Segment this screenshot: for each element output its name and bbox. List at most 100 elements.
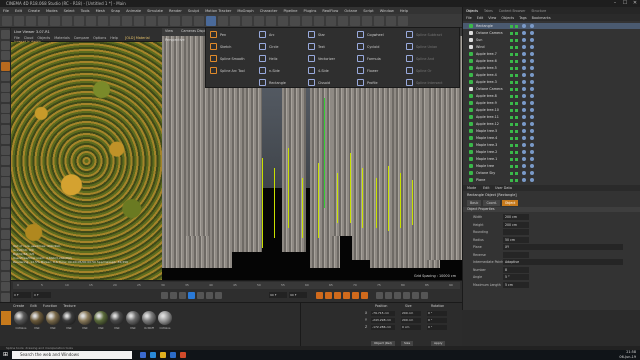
property-value-field[interactable]: XY [503,244,623,250]
toolbar-tool-icon[interactable] [398,16,408,26]
toolbar-tool-icon[interactable] [14,16,24,26]
material-tag-icon[interactable] [522,38,526,42]
app-taskbar-icon[interactable] [180,352,186,358]
material-tag-icon[interactable] [522,143,526,147]
toolbar-tool-icon[interactable] [290,16,300,26]
render-dot-icon[interactable] [515,52,518,56]
menu-plugins[interactable]: Plugins [304,9,317,13]
spline-tool-cissoid[interactable]: Cissoid [306,77,354,88]
prev-frame-button[interactable] [179,292,186,299]
spline-tool-cycloid[interactable]: Cycloid [355,41,403,52]
toolbar-tool-icon[interactable] [122,16,132,26]
object-name[interactable]: Maple tree.3 [476,143,508,147]
left-tool-icon[interactable] [1,177,10,186]
material-swatch[interactable] [14,311,28,325]
material-tag-icon[interactable] [522,24,526,28]
max-frame-field[interactable]: 90 F [289,292,307,298]
render-dot-icon[interactable] [515,143,518,147]
material-swatch[interactable] [110,311,124,325]
material-tag-icon[interactable] [522,178,526,182]
visibility-dot-icon[interactable] [510,101,513,105]
material-tag-icon[interactable] [522,31,526,35]
left-tool-icon[interactable] [1,219,10,228]
left-tool-icon[interactable] [1,145,10,155]
render-dot-icon[interactable] [515,129,518,133]
left-tool-icon[interactable] [1,61,10,71]
menu-window[interactable]: Window [380,9,394,13]
object-name[interactable]: Maple tree.5 [476,129,508,133]
position-field[interactable]: -79.715 cm [371,311,395,316]
material-tag-icon[interactable] [522,115,526,119]
record-key-button[interactable] [325,292,332,299]
material-tag-icon[interactable] [530,150,534,154]
object-menu-item[interactable]: View [488,16,496,20]
menu-edit[interactable]: Edit [15,9,22,13]
material-tag-icon[interactable] [522,101,526,105]
menu-pipeline[interactable]: Pipeline [283,9,297,13]
menu-render[interactable]: Render [169,9,182,13]
toolbar-tool-icon[interactable] [2,16,12,26]
record-key-button[interactable] [334,292,341,299]
left-tool-icon[interactable] [1,240,10,249]
menu-select[interactable]: Select [64,9,75,13]
spline-tool-spline-subtract[interactable]: Spline Subtract [404,29,452,40]
size-field[interactable]: 200 cm [401,318,421,323]
play-button[interactable] [188,292,195,299]
object-row[interactable]: Maple tree.3 [463,142,640,148]
material-tag-icon[interactable] [530,178,534,182]
object-menu-item[interactable]: Tags [519,16,527,20]
menu-snap[interactable]: Snap [111,9,120,13]
render-dot-icon[interactable] [515,87,518,91]
spline-tool-cogwheel[interactable]: Cogwheel [355,29,403,40]
left-tool-icon[interactable] [1,250,10,260]
left-tool-icon[interactable] [1,156,10,165]
rotation-field[interactable]: 0 ° [427,325,447,330]
spline-tool-star[interactable]: Star [306,29,354,40]
left-tool-icon[interactable] [1,103,10,113]
visibility-dot-icon[interactable] [510,38,513,42]
object-menu-item[interactable]: File [466,16,472,20]
property-value-field[interactable]: 200 cm [503,214,529,220]
visibility-dot-icon[interactable] [510,80,513,84]
timeline-option-button[interactable] [376,292,383,299]
last-frame-button[interactable] [215,292,222,299]
object-row[interactable]: Apple tree.9 [463,100,640,106]
toolbar-tool-icon[interactable] [350,16,360,26]
visibility-dot-icon[interactable] [510,150,513,154]
spline-tool-spline-or[interactable]: Spline Or [404,65,452,76]
timeline-option-button[interactable] [412,292,419,299]
material-tag-icon[interactable] [522,108,526,112]
menu-tools[interactable]: Tools [81,9,90,13]
toolbar-tool-icon[interactable] [326,16,336,26]
spline-tool-vectorizer[interactable]: Vectorizer [306,53,354,64]
object-name[interactable]: Maple tree [476,164,508,168]
spline-tool-circle[interactable]: Circle [257,41,305,52]
object-name[interactable]: Sun [476,38,508,42]
rotation-field[interactable]: 0 ° [427,318,447,323]
material-tag-icon[interactable] [522,157,526,161]
first-frame-button[interactable] [161,292,168,299]
toolbar-tool-icon[interactable] [254,16,264,26]
object-name[interactable]: Apple tree.7 [476,52,508,56]
visibility-dot-icon[interactable] [510,171,513,175]
live-viewer-menu-item[interactable]: Options [93,36,106,40]
material-tag-icon[interactable] [530,164,534,168]
menu-character[interactable]: Character [260,9,278,13]
object-row[interactable]: Sun [463,37,640,43]
render-dot-icon[interactable] [515,73,518,77]
object-name[interactable]: Apple tree.8 [476,94,508,98]
record-key-button[interactable] [316,292,323,299]
spline-tool-text[interactable]: Text [306,41,354,52]
toolbar-tool-icon[interactable] [158,16,168,26]
material-tag-icon[interactable] [530,80,534,84]
toolbar-tool-icon[interactable] [86,16,96,26]
object-row[interactable]: Maple tree [463,163,640,169]
position-field[interactable]: -172.286 cm [371,325,395,330]
menu-mograph[interactable]: MoGraph [237,9,253,13]
object-menu-item[interactable]: Edit [477,16,484,20]
tab-coord[interactable]: Coord. [483,200,500,206]
left-tool-icon[interactable] [1,229,10,239]
explorer-icon[interactable] [160,352,166,358]
object-name[interactable]: Apple tree.10 [476,108,508,112]
menu-motion-tracker[interactable]: Motion Tracker [205,9,231,13]
